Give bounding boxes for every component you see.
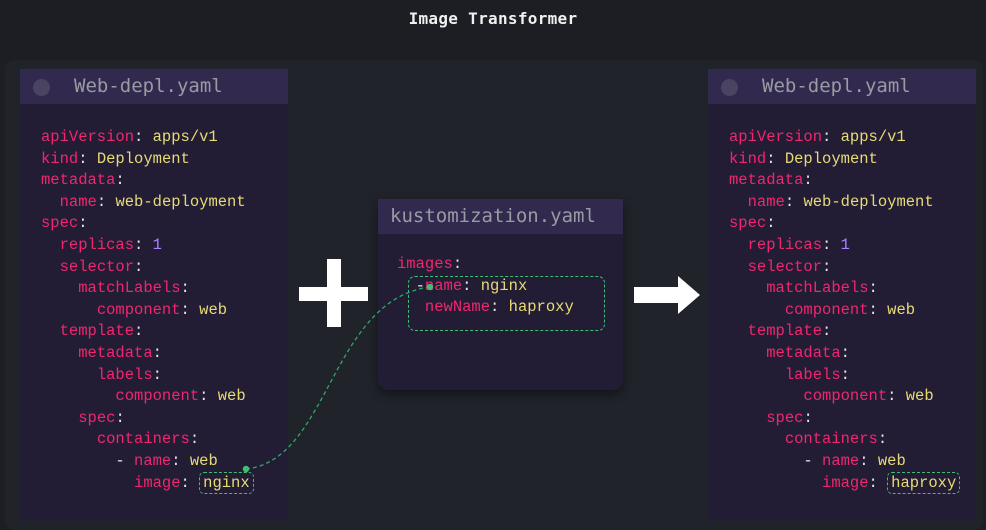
image-link-connector bbox=[242, 283, 434, 473]
